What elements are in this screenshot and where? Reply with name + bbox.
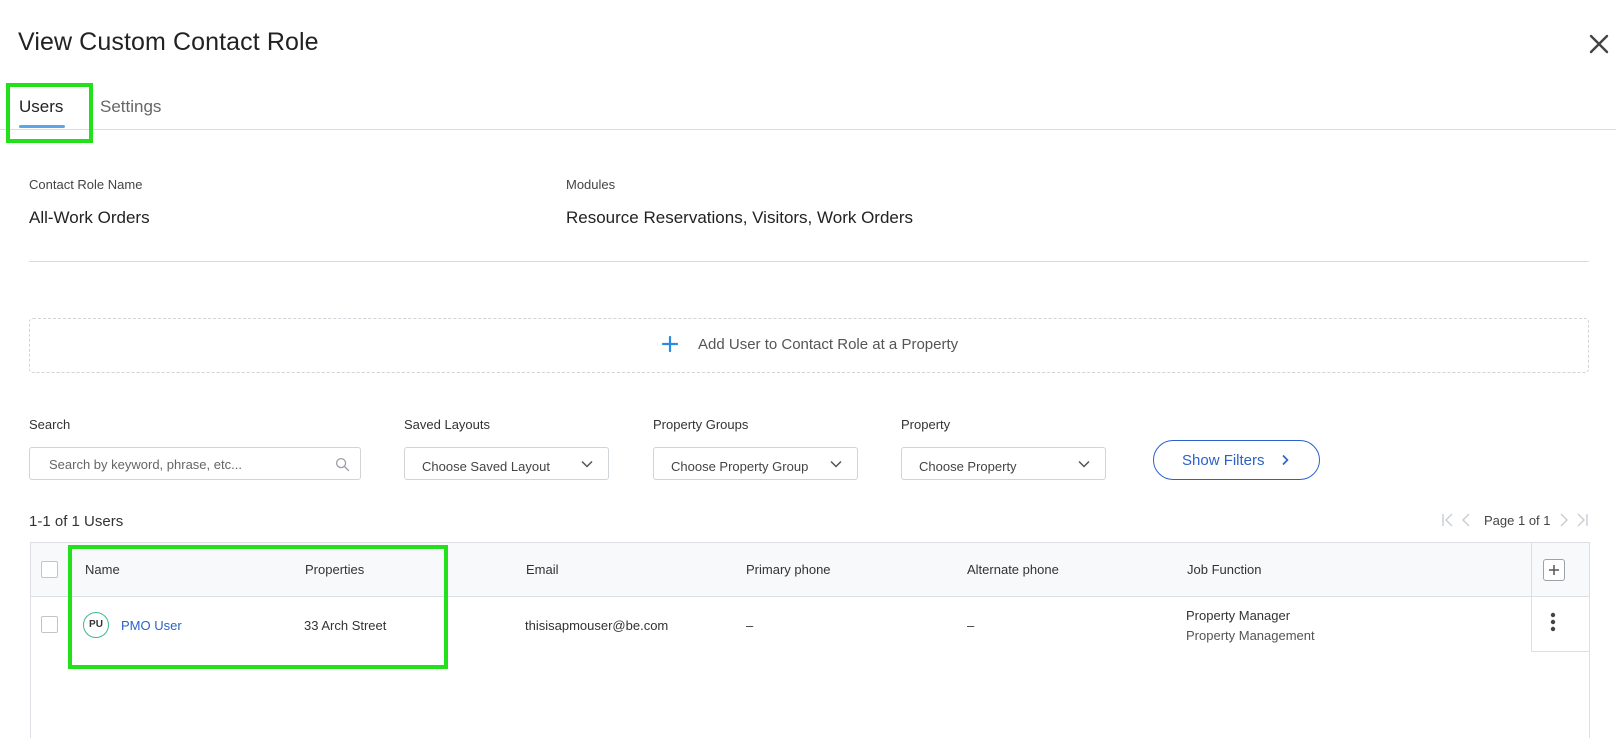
column-header-alternate-phone[interactable]: Alternate phone <box>967 562 1059 577</box>
tab-settings-label: Settings <box>100 97 162 116</box>
row-divider <box>1531 651 1589 652</box>
avatar: PU <box>83 612 109 638</box>
select-all-checkbox[interactable] <box>41 561 58 578</box>
column-header-primary-phone[interactable]: Primary phone <box>746 562 831 577</box>
cell-job-function-primary: Property Manager <box>1186 608 1291 623</box>
search-icon <box>335 457 350 472</box>
search-placeholder: Search by keyword, phrase, etc... <box>49 457 242 472</box>
modules-label: Modules <box>566 177 616 192</box>
cell-primary-phone: – <box>746 618 754 633</box>
page-title: View Custom Contact Role <box>18 28 319 56</box>
chevron-down-icon <box>830 460 842 468</box>
row-checkbox[interactable] <box>41 616 58 633</box>
property-select[interactable]: Choose Property <box>901 447 1106 480</box>
previous-page-icon[interactable] <box>1458 512 1474 528</box>
cell-job-function-secondary: Property Management <box>1186 628 1315 643</box>
users-table: Name Properties Email Primary phone Alte… <box>30 542 1590 738</box>
page-indicator: Page 1 of 1 <box>1484 513 1551 528</box>
plus-icon <box>1549 565 1559 575</box>
property-groups-label: Property Groups <box>653 417 749 432</box>
search-label: Search <box>29 417 71 432</box>
contact-role-name-label: Contact Role Name <box>29 177 143 192</box>
active-tab-indicator <box>19 125 65 128</box>
chevron-right-icon <box>1282 454 1289 466</box>
cell-property: 33 Arch Street <box>304 618 387 633</box>
show-filters-label: Show Filters <box>1182 452 1265 469</box>
more-actions-icon[interactable] <box>1543 610 1563 634</box>
tab-users-label: Users <box>19 97 64 116</box>
saved-layouts-select[interactable]: Choose Saved Layout <box>404 447 609 480</box>
saved-layouts-label: Saved Layouts <box>404 417 491 432</box>
property-label: Property <box>901 417 951 432</box>
tab-settings[interactable]: Settings <box>100 97 161 117</box>
close-icon[interactable] <box>1588 33 1610 55</box>
column-header-job-function[interactable]: Job Function <box>1187 562 1261 577</box>
column-header-name[interactable]: Name <box>85 562 120 577</box>
table-header: Name Properties Email Primary phone Alte… <box>31 543 1589 597</box>
cell-alternate-phone: – <box>967 618 975 633</box>
plus-icon <box>661 335 679 353</box>
add-user-to-contact-role-button[interactable]: Add User to Contact Role at a Property <box>29 318 1589 373</box>
property-value: Choose Property <box>919 459 1017 474</box>
contact-role-name-value: All-Work Orders <box>29 208 150 227</box>
section-divider <box>29 261 1589 262</box>
results-count: 1-1 of 1 Users <box>29 513 124 530</box>
last-page-icon[interactable] <box>1574 512 1590 528</box>
show-filters-button[interactable]: Show Filters <box>1153 440 1320 480</box>
next-page-icon[interactable] <box>1556 512 1572 528</box>
search-input[interactable]: Search by keyword, phrase, etc... <box>29 447 361 480</box>
column-header-properties[interactable]: Properties <box>305 562 364 577</box>
tab-bar: Users Settings <box>0 85 1616 130</box>
user-name-link[interactable]: PMO User <box>121 618 182 633</box>
modules-value: Resource Reservations, Visitors, Work Or… <box>566 208 914 227</box>
tab-users[interactable]: Users <box>19 97 65 128</box>
first-page-icon[interactable] <box>1440 512 1456 528</box>
property-groups-value: Choose Property Group <box>671 459 809 474</box>
chevron-down-icon <box>1078 460 1090 468</box>
add-user-label: Add User to Contact Role at a Property <box>698 336 959 353</box>
cell-email: thisisapmouser@be.com <box>525 618 669 633</box>
add-column-button[interactable] <box>1543 559 1565 581</box>
property-groups-select[interactable]: Choose Property Group <box>653 447 858 480</box>
chevron-down-icon <box>581 460 593 468</box>
column-header-email[interactable]: Email <box>526 562 559 577</box>
saved-layouts-value: Choose Saved Layout <box>422 459 550 474</box>
